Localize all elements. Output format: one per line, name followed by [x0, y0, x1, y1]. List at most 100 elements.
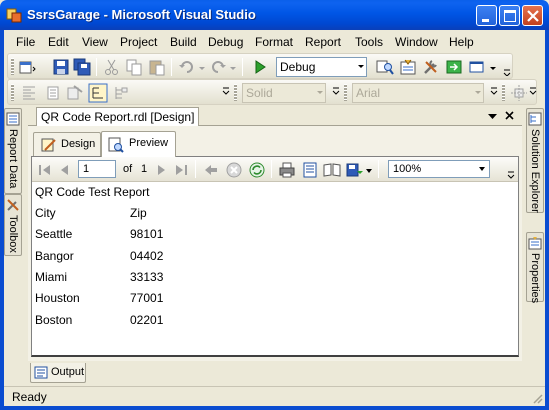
save-icon[interactable]	[52, 58, 70, 76]
toolbox-icon	[7, 199, 19, 211]
layout-grid-icon[interactable]	[510, 84, 528, 102]
table-cell-zip: 77001	[130, 291, 164, 305]
properties-icon	[528, 237, 542, 250]
paste-icon[interactable]	[148, 58, 166, 76]
toolbar-overflow-icon[interactable]	[332, 86, 340, 96]
start-debugging-icon[interactable]	[251, 58, 269, 76]
undo-icon[interactable]	[178, 58, 196, 76]
table-cell-city: Boston	[35, 313, 73, 327]
output-window-tab[interactable]: Output	[30, 363, 86, 383]
toolbox-icon[interactable]	[422, 58, 440, 76]
preview-icon	[108, 137, 124, 153]
status-text: Ready	[12, 390, 47, 404]
menu-project[interactable]: Project	[120, 35, 157, 49]
menu-tools[interactable]: Tools	[355, 35, 383, 49]
tree-view-icon[interactable]	[112, 84, 130, 102]
report-data-icon	[6, 112, 20, 126]
document-tab-title: QR Code Report.rdl [Design]	[41, 110, 195, 124]
export-icon[interactable]	[345, 161, 363, 179]
page-of-label: of	[123, 163, 133, 175]
toolbar-dropdown-icon[interactable]	[489, 64, 497, 74]
properties-tab[interactable]: Properties	[526, 232, 544, 304]
active-files-dropdown-icon[interactable]	[488, 112, 497, 120]
menu-file[interactable]: File	[16, 35, 35, 49]
tab-design[interactable]: Design	[33, 132, 101, 156]
last-page-icon[interactable]	[172, 161, 190, 179]
menu-edit[interactable]: Edit	[48, 35, 69, 49]
close-document-icon[interactable]	[504, 110, 515, 121]
solution-explorer-tab[interactable]: Solution Explorer	[526, 108, 544, 213]
page-setup-icon[interactable]	[323, 161, 341, 179]
menu-debug[interactable]: Debug	[208, 35, 243, 49]
undo-dropdown-icon[interactable]	[198, 64, 206, 74]
properties-window-icon[interactable]	[399, 58, 417, 76]
toolbar-overflow-icon[interactable]	[490, 86, 498, 96]
tab-preview[interactable]: Preview	[101, 131, 176, 157]
command-window-icon[interactable]	[468, 58, 486, 76]
toolbar-grip[interactable]	[344, 84, 347, 101]
font-name-select[interactable]: Arial	[352, 83, 484, 103]
toolbar-grip[interactable]	[502, 84, 505, 101]
menu-help[interactable]: Help	[449, 35, 474, 49]
table-cell-zip: 02201	[130, 313, 164, 327]
refresh-icon[interactable]	[248, 161, 266, 179]
resize-grip-icon[interactable]	[531, 392, 543, 404]
previous-page-icon[interactable]	[56, 161, 74, 179]
separator	[195, 160, 196, 178]
output-label: Output	[51, 366, 85, 378]
print-icon[interactable]	[278, 161, 296, 179]
report-data-tab[interactable]: Report Data	[4, 108, 22, 194]
redo-dropdown-icon[interactable]	[229, 64, 237, 74]
format-painter-icon[interactable]	[66, 84, 84, 102]
solution-configuration-select[interactable]: Debug	[276, 57, 367, 77]
toolbar-overflow-icon[interactable]	[222, 86, 230, 96]
current-page-value: 1	[83, 163, 90, 175]
find-in-files-icon[interactable]	[376, 58, 394, 76]
document-tab-qr-code-report[interactable]: QR Code Report.rdl [Design]	[36, 107, 200, 126]
toolbar-grip[interactable]	[11, 58, 14, 75]
table-cell-zip: 98101	[130, 227, 164, 241]
align-left-icon[interactable]	[20, 84, 38, 102]
menu-window[interactable]: Window	[395, 35, 438, 49]
toolbar-grip[interactable]	[11, 84, 14, 101]
table-cell-city: Miami	[35, 270, 67, 284]
close-button[interactable]	[522, 5, 543, 26]
minimize-button[interactable]	[476, 5, 497, 26]
column-header-city: City	[35, 206, 56, 220]
report-layout-icon[interactable]	[88, 83, 108, 103]
save-all-icon[interactable]	[73, 58, 91, 76]
zoom-select[interactable]: 100%	[388, 160, 490, 178]
toolbar-overflow-icon[interactable]	[503, 66, 511, 76]
border-style-select[interactable]: Solid	[242, 83, 326, 103]
start-page-icon[interactable]	[445, 58, 463, 76]
print-layout-icon[interactable]	[301, 161, 319, 179]
first-page-icon[interactable]	[36, 161, 54, 179]
cut-icon[interactable]	[103, 58, 121, 76]
menu-format[interactable]: Format	[255, 35, 293, 49]
export-dropdown-icon[interactable]	[365, 167, 373, 177]
copy-icon[interactable]	[125, 58, 143, 76]
toolbar-overflow-icon[interactable]	[529, 86, 537, 96]
toolbox-tab[interactable]: Toolbox	[4, 194, 22, 256]
back-to-parent-icon[interactable]	[202, 161, 220, 179]
menu-view[interactable]: View	[82, 35, 108, 49]
align-center-icon[interactable]	[44, 84, 62, 102]
stop-rendering-icon[interactable]	[225, 161, 243, 179]
chevron-down-icon	[317, 91, 323, 94]
properties-label: Properties	[529, 253, 541, 304]
tab-preview-label: Preview	[129, 137, 169, 149]
toolbar-overflow-icon[interactable]	[507, 169, 515, 179]
redo-icon[interactable]	[209, 58, 227, 76]
menu-build[interactable]: Build	[170, 35, 197, 49]
toolbar-grip[interactable]	[234, 84, 237, 101]
add-new-item-icon[interactable]	[18, 58, 36, 76]
column-header-zip: Zip	[130, 206, 147, 220]
toolbox-label: Toolbox	[7, 215, 19, 253]
menu-report[interactable]: Report	[305, 35, 341, 49]
current-page-input[interactable]: 1	[78, 160, 116, 178]
next-page-icon[interactable]	[152, 161, 170, 179]
chevron-down-icon	[358, 65, 364, 68]
chevron-down-icon	[479, 167, 485, 171]
maximize-button[interactable]	[499, 5, 520, 26]
document-window: QR Code Report.rdl [Design] Design Previ…	[28, 106, 522, 361]
